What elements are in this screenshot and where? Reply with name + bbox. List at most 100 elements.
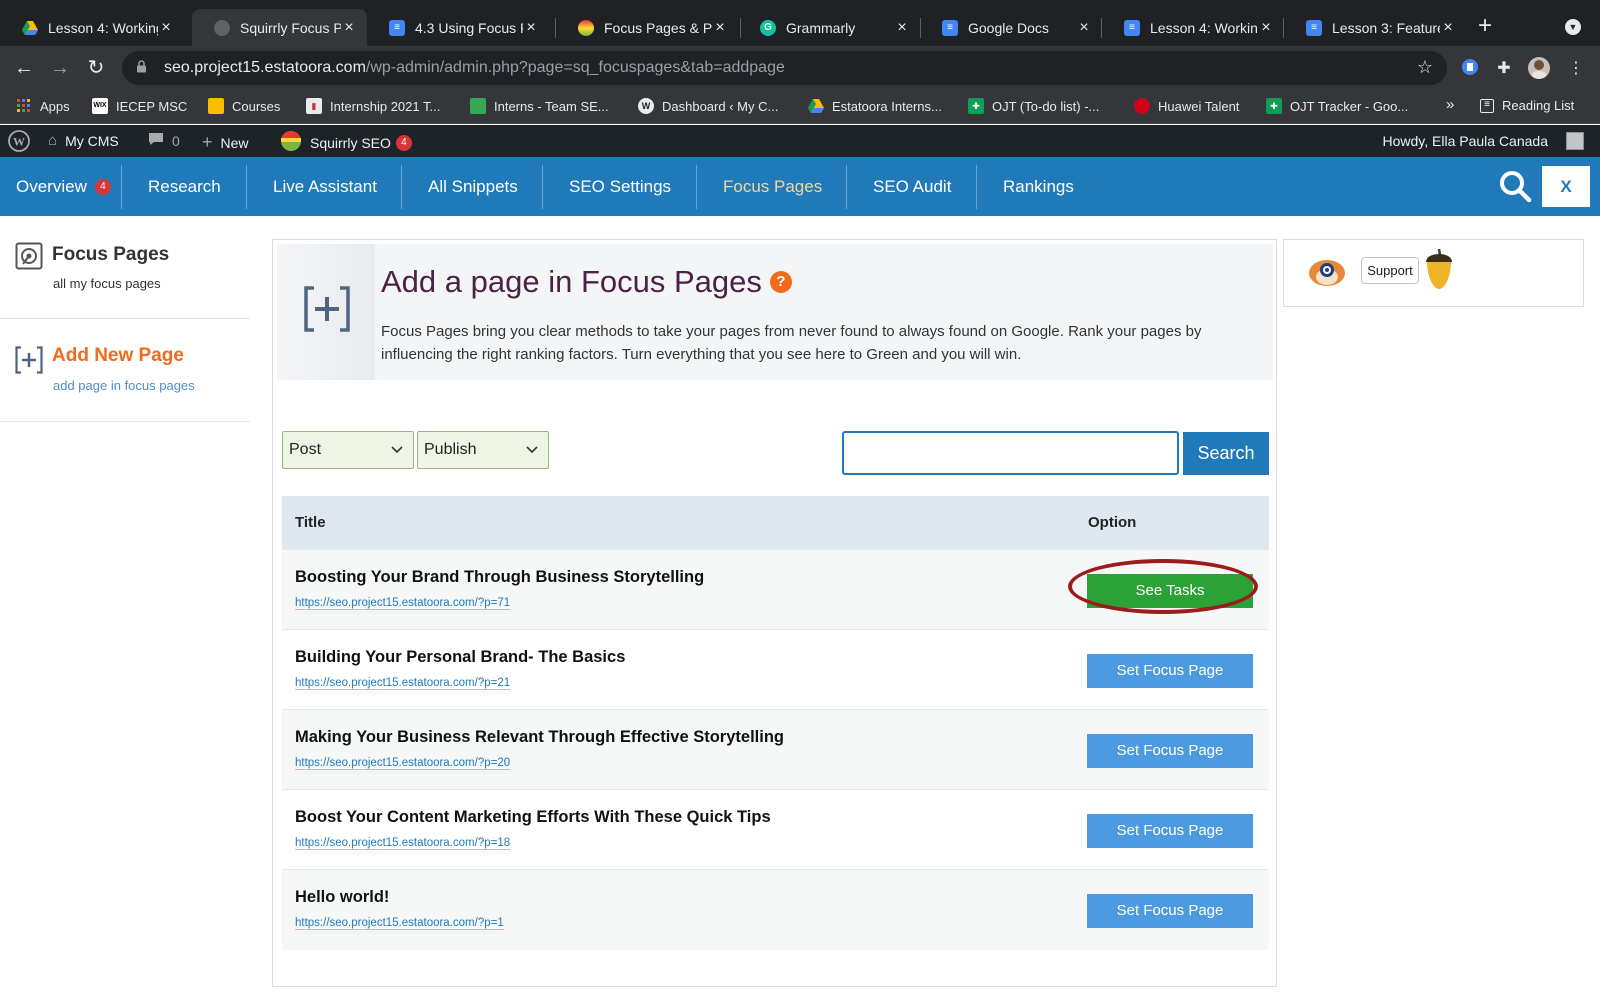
squirrly-seo-link[interactable]: Squirrly SEO 4 — [280, 130, 412, 156]
sheets-icon: ✚ — [1266, 98, 1282, 114]
new-tab-button[interactable]: + — [1478, 14, 1492, 38]
post-url-link[interactable]: https://seo.project15.estatoora.com/?p=2… — [295, 757, 511, 770]
see-tasks-button[interactable]: See Tasks — [1087, 574, 1253, 608]
post-status-select[interactable]: Publish — [417, 431, 549, 469]
tab-title: 4.3 Using Focus P — [415, 19, 523, 36]
bookmark-iecep[interactable]: WIX IECEP MSC — [92, 98, 187, 114]
address-bar[interactable]: seo.project15.estatoora.com/wp-admin/adm… — [122, 51, 1447, 85]
bookmark-label: OJT (To-do list) -... — [992, 98, 1100, 114]
nav-focus-pages[interactable]: Focus Pages — [723, 157, 822, 216]
search-icon[interactable] — [1498, 169, 1532, 203]
post-url-link[interactable]: https://seo.project15.estatoora.com/?p=1 — [295, 917, 504, 930]
set-focus-page-button[interactable]: Set Focus Page — [1087, 654, 1253, 688]
nav-rankings[interactable]: Rankings — [1003, 157, 1074, 216]
bookmark-star-icon[interactable]: ☆ — [1417, 57, 1433, 78]
bookmark-label: Dashboard ‹ My C... — [662, 98, 779, 114]
support-button[interactable]: Support — [1361, 257, 1419, 284]
set-focus-page-button[interactable]: Set Focus Page — [1087, 814, 1253, 848]
squirrly-nav: Overview 4 Research Live Assistant All S… — [0, 157, 1600, 216]
nav-label: Focus Pages — [723, 176, 823, 196]
bookmark-courses[interactable]: Courses — [208, 98, 280, 114]
nav-seo-audit[interactable]: SEO Audit — [873, 157, 951, 216]
nav-all-snippets[interactable]: All Snippets — [428, 157, 518, 216]
squirrly-icon — [578, 19, 594, 36]
new-content-link[interactable]: + New — [202, 132, 249, 153]
notification-badge: 4 — [395, 135, 412, 151]
close-icon[interactable]: × — [523, 19, 539, 37]
sidebar-item-add-new-page[interactable]: Add New Page add page in focus pages — [0, 319, 250, 422]
bookmarks-bar: Apps WIX IECEP MSC Courses ▮ Internship … — [0, 90, 1600, 124]
wordpress-logo-icon[interactable]: W — [8, 130, 30, 152]
reload-icon[interactable]: ↻ — [84, 56, 108, 80]
nav-seo-settings[interactable]: SEO Settings — [569, 157, 671, 216]
nav-label: All Snippets — [428, 176, 518, 196]
post-url-link[interactable]: https://seo.project15.estatoora.com/?p=1… — [295, 837, 511, 850]
comments-link[interactable]: 0 — [148, 132, 180, 150]
post-title: Building Your Personal Brand- The Basics — [295, 648, 626, 666]
nav-separator — [542, 165, 543, 209]
browser-tab[interactable]: ≡ 4.3 Using Focus P × — [367, 9, 549, 46]
tab-title: Lesson 3: Feature — [1332, 19, 1440, 36]
bookmark-estatoora[interactable]: Estatoora Interns... — [808, 98, 942, 114]
sidebar-item-title: Add New Page — [52, 345, 184, 366]
howdy-user[interactable]: Howdy, Ella Paula Canada — [1382, 133, 1548, 149]
tab-search-icon[interactable]: ▼ — [1565, 19, 1581, 35]
bookmark-interns[interactable]: Interns - Team SE... — [470, 98, 609, 114]
nav-research[interactable]: Research — [148, 157, 221, 216]
more-bookmarks-button[interactable]: » — [1446, 96, 1454, 113]
close-icon[interactable]: × — [1258, 19, 1274, 37]
post-url-link[interactable]: https://seo.project15.estatoora.com/?p=7… — [295, 597, 511, 610]
select-value: Publish — [424, 441, 477, 458]
chevron-down-icon — [391, 432, 403, 482]
browser-tab-active[interactable]: Squirrly Focus Pa × — [192, 9, 367, 46]
forward-icon[interactable]: → — [48, 56, 72, 80]
nav-overview[interactable]: Overview 4 — [16, 157, 111, 216]
close-icon[interactable]: × — [1076, 19, 1092, 37]
tab-title: Google Docs — [968, 19, 1049, 36]
set-focus-page-button[interactable]: Set Focus Page — [1087, 734, 1253, 768]
reading-list-button[interactable]: ≡ Reading List — [1480, 98, 1574, 113]
user-avatar[interactable] — [1566, 132, 1584, 150]
bookmark-ojt-tracker[interactable]: ✚ OJT Tracker - Goo... — [1266, 98, 1408, 114]
nav-separator — [401, 165, 402, 209]
sheets-icon: ✚ — [968, 98, 984, 114]
bookmark-dashboard[interactable]: W Dashboard ‹ My C... — [638, 98, 778, 114]
bookmark-ojt-todo[interactable]: ✚ OJT (To-do list) -... — [968, 98, 1099, 114]
search-input[interactable] — [842, 431, 1179, 475]
browser-tab[interactable]: ≡ Google Docs × — [920, 9, 1102, 46]
post-url-link[interactable]: https://seo.project15.estatoora.com/?p=2… — [295, 677, 511, 690]
more-menu-icon[interactable]: ⋮ — [1566, 58, 1586, 78]
profile-avatar[interactable] — [1528, 57, 1550, 79]
close-icon[interactable]: × — [1440, 19, 1456, 37]
nav-separator — [246, 165, 247, 209]
puzzle-extensions-icon[interactable]: ✚ — [1494, 58, 1514, 78]
close-button[interactable]: X — [1542, 166, 1590, 207]
apps-grid-icon — [16, 98, 32, 114]
google-drive-icon — [22, 20, 38, 36]
help-icon[interactable]: ? — [769, 270, 792, 293]
close-icon[interactable]: × — [158, 19, 174, 37]
bookmark-apps[interactable]: Apps — [16, 98, 70, 114]
browser-tab[interactable]: Lesson 4: Working × — [0, 9, 184, 46]
browser-tab[interactable]: ≡ Lesson 3: Feature × — [1284, 9, 1466, 46]
post-type-select[interactable]: Post — [282, 431, 414, 469]
close-icon[interactable]: × — [894, 19, 910, 37]
set-focus-page-button[interactable]: Set Focus Page — [1087, 894, 1253, 928]
bookmark-internship[interactable]: ▮ Internship 2021 T... — [306, 98, 440, 114]
close-icon[interactable]: × — [712, 19, 728, 37]
search-button[interactable]: Search — [1183, 432, 1269, 475]
nav-live-assistant[interactable]: Live Assistant — [273, 157, 377, 216]
close-icon[interactable]: × — [341, 19, 357, 37]
focus-target-icon — [15, 242, 43, 270]
bookmark-huawei[interactable]: Huawei Talent — [1134, 98, 1239, 114]
browser-tab[interactable]: G Grammarly × — [738, 9, 920, 46]
site-name: My CMS — [65, 132, 119, 149]
nav-label: Overview — [16, 176, 87, 196]
browser-tab[interactable]: Focus Pages & Pa × — [556, 9, 738, 46]
site-name-link[interactable]: ⌂ My CMS — [48, 132, 119, 149]
extension-icon[interactable] — [1460, 58, 1480, 78]
browser-tab[interactable]: ≡ Lesson 4: Working × — [1102, 9, 1284, 46]
sidebar-item-focus-pages[interactable]: Focus Pages all my focus pages — [0, 216, 250, 319]
back-icon[interactable]: ← — [12, 56, 36, 80]
bookmark-label: Estatoora Interns... — [832, 98, 942, 114]
